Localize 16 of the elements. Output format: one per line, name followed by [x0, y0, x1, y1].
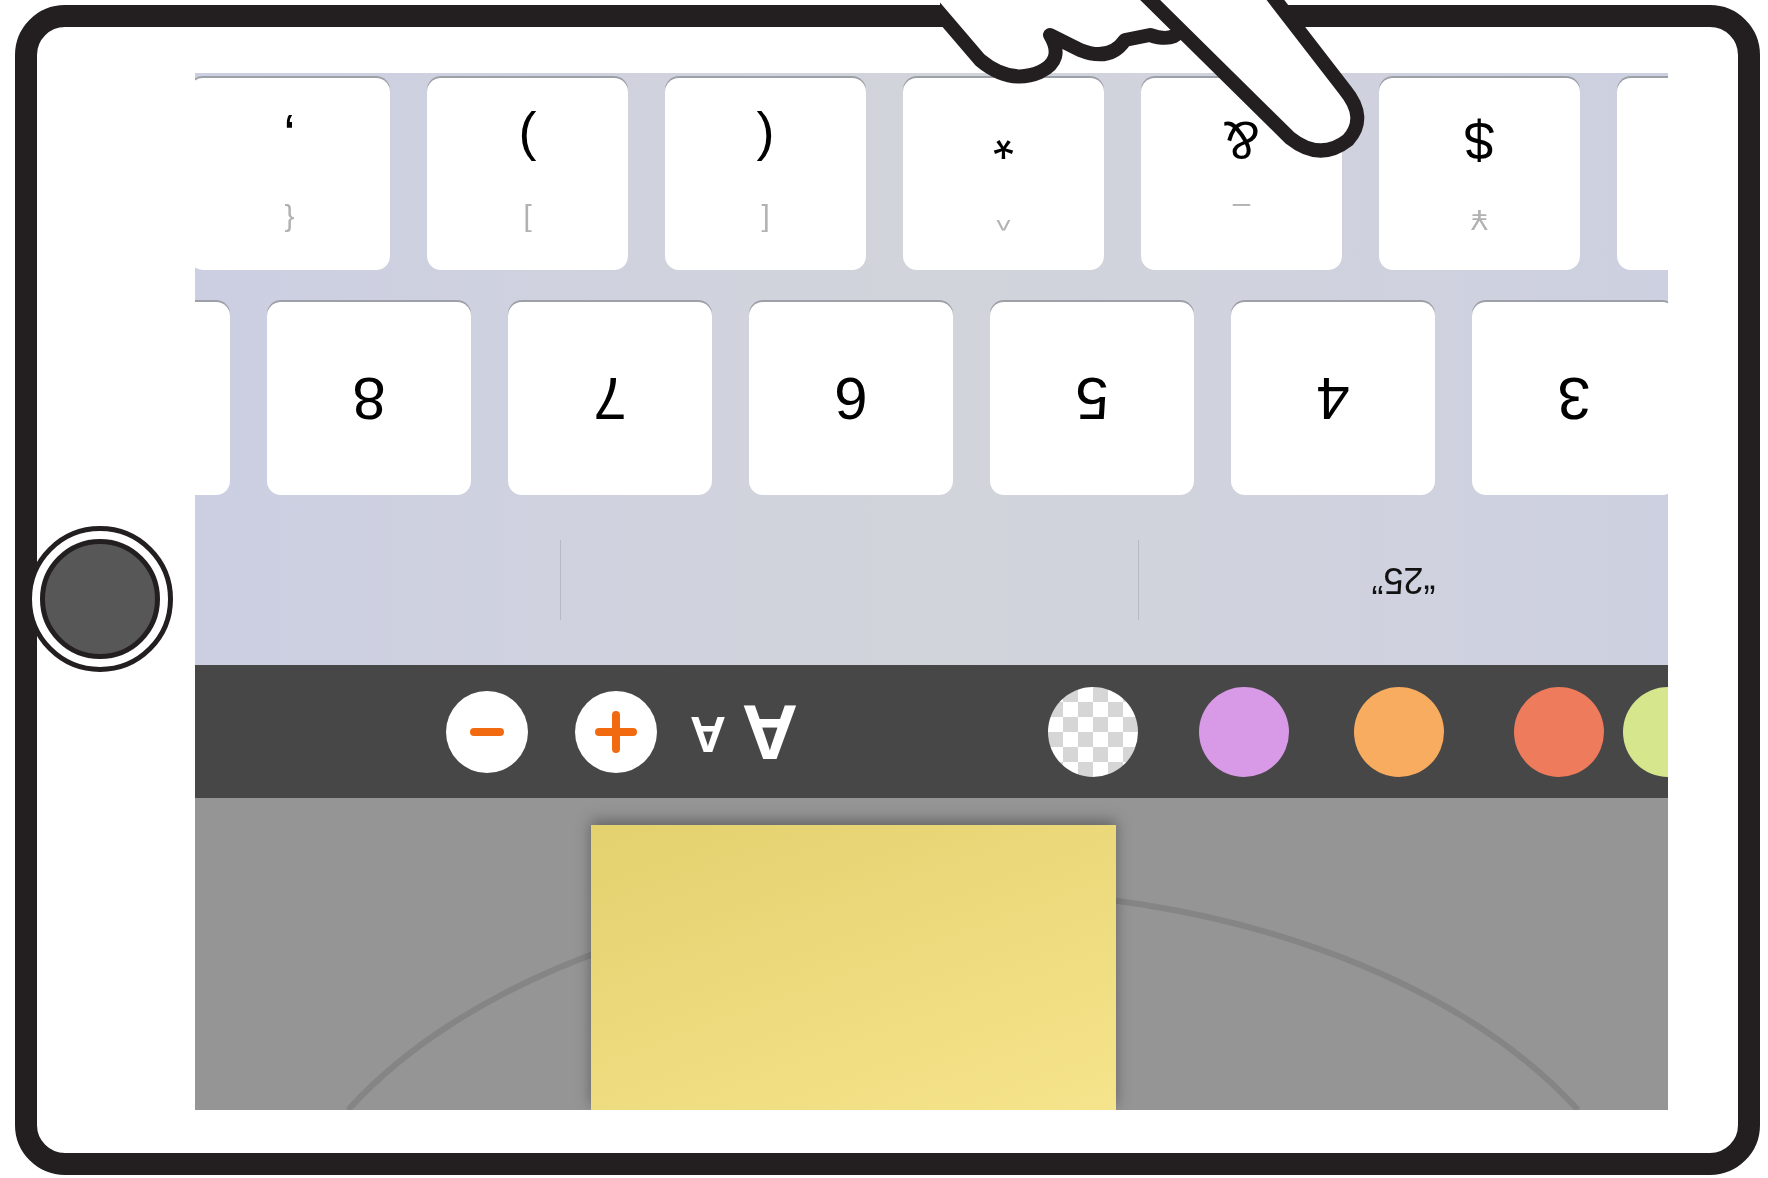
- key[interactable]: ] ): [427, 78, 628, 270]
- key[interactable]: 7: [508, 302, 712, 495]
- small-font-label[interactable]: A: [689, 706, 726, 762]
- key[interactable]: 8: [267, 302, 471, 495]
- key[interactable]: ¥ $: [1379, 78, 1580, 270]
- key[interactable]: 5: [990, 302, 1194, 495]
- key[interactable]: 3: [1472, 302, 1668, 495]
- key[interactable]: { ,: [195, 78, 390, 270]
- key[interactable]: ^ *: [903, 78, 1104, 270]
- key[interactable]: 4: [1231, 302, 1435, 495]
- key[interactable]: [ (: [665, 78, 866, 270]
- large-font-label[interactable]: A: [741, 692, 798, 772]
- minus-icon: [470, 727, 504, 737]
- key[interactable]: 6: [749, 302, 953, 495]
- suggestion[interactable]: “25”: [1139, 540, 1668, 620]
- plus-icon: [594, 710, 638, 754]
